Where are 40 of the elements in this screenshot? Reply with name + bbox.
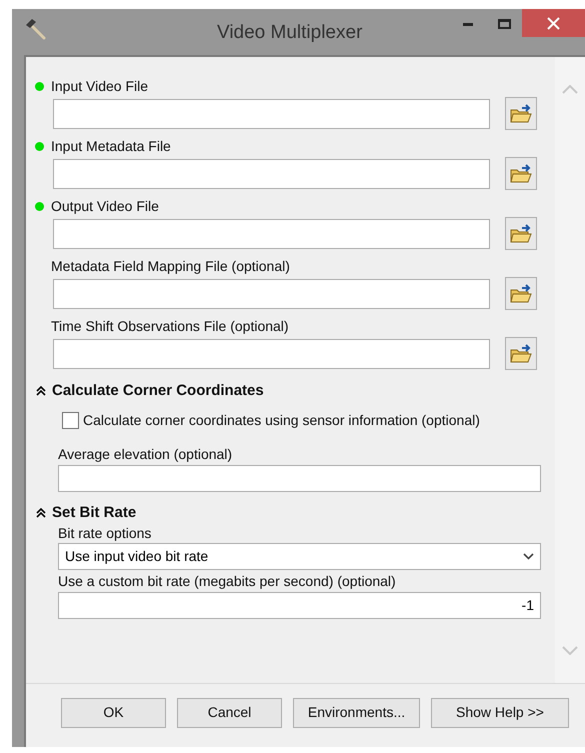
field-label: Average elevation (optional): [58, 445, 234, 463]
field-label: Input Metadata File: [51, 136, 171, 156]
checkbox[interactable]: [62, 412, 79, 429]
dialog-button[interactable]: OK: [61, 698, 166, 728]
field-label: Time Shift Observations File (optional): [51, 316, 289, 336]
dropdown[interactable]: Use input video bit rate: [58, 543, 541, 570]
dialog-button[interactable]: Environments...: [293, 698, 420, 728]
collapse-icon[interactable]: [36, 386, 46, 396]
field-label: Output Video File: [51, 196, 159, 216]
close-button[interactable]: [522, 9, 585, 37]
input-field[interactable]: [58, 465, 541, 492]
open-folder-icon: [510, 224, 532, 244]
input-field[interactable]: -1: [58, 592, 541, 619]
close-icon: [547, 16, 560, 30]
browse-button[interactable]: [505, 217, 537, 250]
checkbox-label: Calculate corner coordinates using sensor information (optional): [83, 411, 480, 430]
collapse-icon[interactable]: [36, 508, 46, 518]
field-label: Metadata Field Mapping File (optional): [51, 256, 290, 276]
dialog-button[interactable]: Cancel: [177, 698, 282, 728]
field-label: Use a custom bit rate (megabits per second) (optional): [58, 572, 397, 590]
open-folder-icon: [510, 104, 532, 124]
dialog-button[interactable]: Show Help >>: [431, 698, 569, 728]
browse-button[interactable]: [505, 277, 537, 310]
input-field[interactable]: [53, 278, 490, 308]
open-folder-icon: [510, 344, 532, 364]
window-title: Video Multiplexer: [217, 21, 362, 45]
field-label: Bit rate options: [58, 524, 152, 542]
section-header[interactable]: Calculate Corner Coordinates: [26, 380, 555, 402]
open-folder-icon: [510, 164, 532, 184]
open-folder-icon: [510, 284, 532, 304]
section-header[interactable]: Set Bit Rate: [26, 502, 555, 524]
input-field[interactable]: [53, 338, 490, 368]
input-field[interactable]: [53, 218, 490, 248]
browse-button[interactable]: [505, 337, 537, 370]
hammer-icon: [24, 18, 46, 40]
field-label: Input Video File: [51, 76, 148, 96]
input-field[interactable]: [53, 98, 490, 128]
browse-button[interactable]: [505, 97, 537, 130]
browse-button[interactable]: [505, 157, 537, 190]
input-field[interactable]: [53, 158, 490, 188]
